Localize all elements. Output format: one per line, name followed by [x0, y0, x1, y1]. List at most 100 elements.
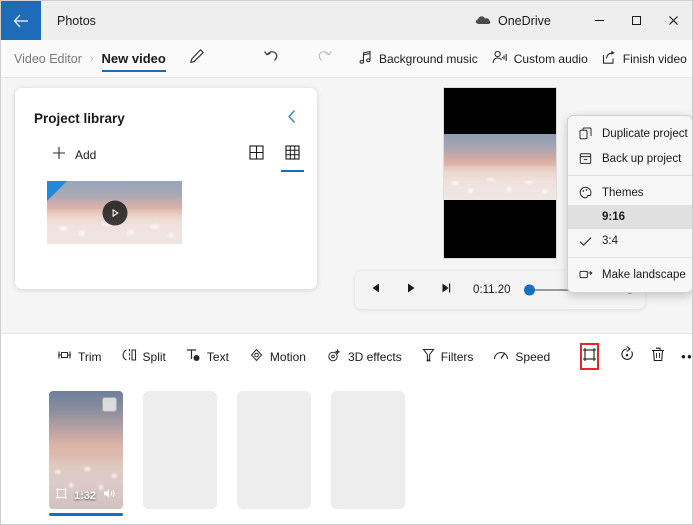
split-button[interactable]: Split [114, 343, 174, 370]
project-library-panel: Project library Add [15, 88, 317, 289]
seek-slider[interactable] [523, 283, 574, 297]
next-frame-button[interactable] [434, 271, 459, 309]
motion-button[interactable]: Motion [241, 343, 314, 370]
previous-frame-button[interactable] [363, 271, 388, 309]
landscape-icon [578, 268, 593, 281]
back-button[interactable] [1, 1, 41, 40]
crop-resize-icon [582, 347, 597, 367]
background-music-button[interactable]: Background music [351, 45, 485, 73]
clip-thumbnail[interactable]: 1:32 [49, 391, 123, 509]
speed-icon [493, 348, 509, 365]
music-note-icon [358, 50, 373, 68]
add-media-button[interactable]: Add [47, 143, 101, 167]
library-media-thumbnail[interactable] [47, 181, 182, 244]
motion-label: Motion [269, 349, 306, 364]
editor-body: Project library Add 0:11.20 Trim Split T… [1, 78, 693, 524]
menu-item-make-landscape[interactable]: Make landscape [568, 262, 692, 287]
clip-footer: 1:32 [49, 487, 123, 505]
command-bar-actions: Background music Custom audio Finish vid… [351, 40, 692, 77]
maximize-button[interactable] [618, 1, 655, 40]
grid-large-view-button[interactable] [247, 143, 266, 167]
collapse-library-button[interactable] [283, 107, 301, 129]
volume-icon[interactable] [103, 487, 117, 505]
trim-button[interactable]: Trim [49, 343, 110, 370]
crop-badge-icon[interactable] [55, 487, 68, 505]
clip-more-options-button[interactable]: ••• [681, 343, 693, 371]
grid-small-active-underline [281, 170, 304, 172]
undo-icon [263, 48, 280, 69]
three-d-effects-label: 3D effects [347, 349, 402, 364]
grid-small-view-button[interactable] [281, 143, 304, 172]
minimize-button[interactable] [581, 1, 618, 40]
redo-button[interactable] [309, 44, 339, 74]
pencil-icon [189, 48, 205, 69]
custom-audio-button[interactable]: Custom audio [485, 45, 595, 73]
selected-corner-flag-icon [47, 181, 67, 201]
storyboard-empty-slot[interactable] [143, 391, 217, 509]
menu-label-themes: Themes [602, 186, 644, 199]
play-icon [405, 281, 417, 299]
rotate-button[interactable] [619, 343, 635, 371]
more-options-menu: Duplicate project Back up project Themes… [567, 115, 692, 293]
command-bar: Video Editor › New video Background musi… [1, 40, 692, 78]
filters-button[interactable]: Filters [414, 343, 482, 370]
export-icon [602, 50, 617, 68]
onedrive-status[interactable]: OneDrive [475, 1, 551, 40]
text-button[interactable]: Text [178, 343, 237, 370]
title-bar: Photos OneDrive [1, 1, 692, 40]
menu-label-aspect-9-16: 9:16 [602, 211, 626, 223]
library-view-toggles [247, 143, 304, 172]
menu-item-aspect-3-4[interactable]: 3:4 [568, 229, 692, 253]
crop-resize-button[interactable] [580, 343, 600, 370]
text-icon [186, 348, 201, 365]
menu-separator [568, 175, 692, 176]
rename-project-button[interactable] [180, 44, 214, 74]
play-icon[interactable] [102, 200, 127, 225]
next-frame-icon [440, 281, 452, 299]
video-preview-frame[interactable] [443, 87, 557, 259]
clip-checkbox[interactable] [102, 397, 117, 412]
storyboard-timeline: 1:32 [1, 379, 692, 524]
ellipsis-icon: ••• [681, 349, 693, 364]
undo-button[interactable] [256, 44, 286, 74]
filters-icon [422, 348, 435, 365]
redo-icon [316, 48, 333, 69]
onedrive-label: OneDrive [498, 13, 551, 28]
three-d-effects-button[interactable]: 3D effects [318, 343, 410, 370]
archive-icon [578, 152, 593, 165]
speed-button[interactable]: Speed [485, 343, 558, 370]
person-audio-icon [492, 50, 508, 68]
storyboard-clip[interactable]: 1:32 [49, 391, 123, 516]
breadcrumb-video-editor[interactable]: Video Editor [14, 52, 82, 66]
menu-label-aspect-3-4: 3:4 [602, 235, 618, 247]
preview-video-content [444, 133, 556, 201]
seek-slider-thumb[interactable] [523, 284, 535, 296]
project-library-toolbar: Add [15, 129, 317, 172]
menu-item-back-up-project[interactable]: Back up project [568, 146, 692, 171]
close-button[interactable] [655, 1, 692, 40]
storyboard-empty-slot[interactable] [237, 391, 311, 509]
menu-separator [568, 257, 692, 258]
window-controls [581, 1, 692, 40]
breadcrumb-new-video[interactable]: New video [101, 40, 166, 77]
add-media-label: Add [75, 148, 97, 162]
check-icon [578, 236, 593, 247]
plus-icon [52, 146, 66, 164]
menu-item-aspect-9-16[interactable]: 9:16 [568, 205, 692, 229]
storyboard-empty-slot[interactable] [331, 391, 405, 509]
delete-button[interactable] [651, 343, 665, 371]
menu-item-duplicate-project[interactable]: Duplicate project [568, 121, 692, 146]
trim-icon [57, 348, 72, 365]
photos-video-editor-window: Photos OneDrive Video Editor › New video [0, 0, 693, 525]
finish-video-button[interactable]: Finish video [595, 45, 692, 73]
speed-label: Speed [515, 349, 551, 364]
breadcrumb-current-label: New video [101, 51, 166, 66]
three-d-effects-icon [326, 348, 342, 365]
play-button[interactable] [398, 271, 423, 309]
trim-label: Trim [78, 349, 102, 364]
breadcrumb-separator-icon: › [89, 52, 94, 65]
menu-item-themes[interactable]: Themes [568, 180, 692, 205]
filters-label: Filters [440, 349, 474, 364]
motion-icon [249, 348, 264, 365]
cloud-icon [475, 14, 491, 28]
